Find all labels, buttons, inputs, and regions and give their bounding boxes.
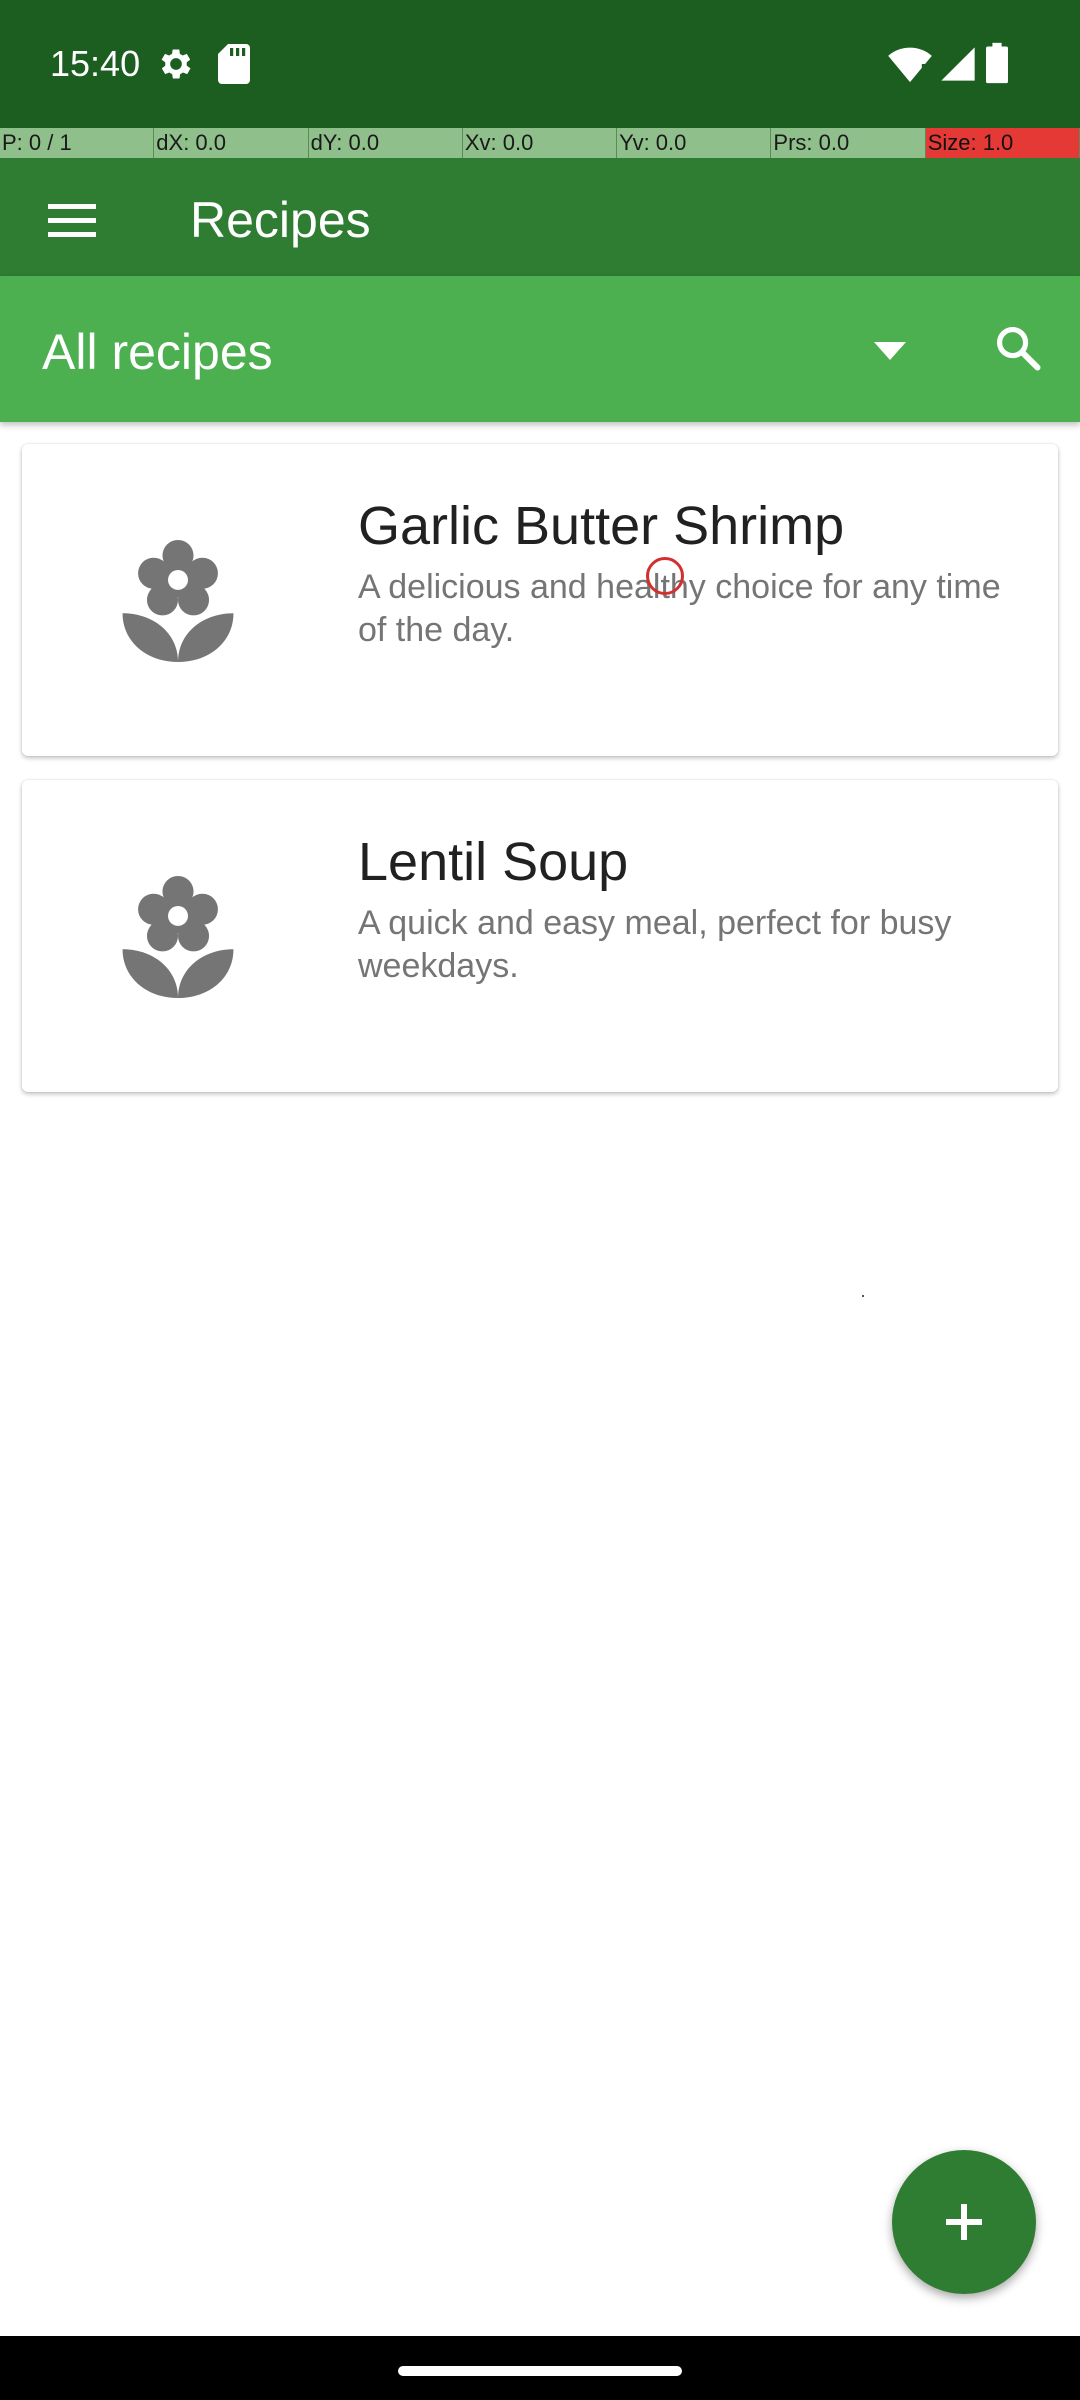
recipe-card[interactable]: Lentil Soup A quick and easy meal, perfe…	[22, 780, 1058, 1092]
debug-pointer-count: P: 0 / 1	[0, 128, 155, 158]
debug-xv: Xv: 0.0	[462, 128, 618, 158]
recipe-description: A quick and easy meal, perfect for busy …	[358, 904, 952, 985]
app-bar: Recipes	[0, 158, 1080, 276]
recipe-card[interactable]: Garlic Butter Shrimp A delicious and hea…	[22, 444, 1058, 756]
menu-button[interactable]	[28, 176, 116, 264]
recipe-description: A delicious and healthy choice for any t…	[358, 568, 1001, 649]
status-time: 15:40	[50, 43, 141, 84]
recipe-title: Lentil Soup	[358, 832, 629, 892]
touch-indicator	[646, 557, 684, 595]
flower-placeholder-icon	[122, 540, 234, 662]
category-spinner[interactable]: All recipes	[42, 322, 273, 382]
hamburger-menu-icon	[48, 204, 96, 237]
recipe-title: Garlic Butter Shrimp	[358, 496, 845, 556]
debug-size: Size: 1.0	[925, 128, 1080, 158]
recipes-screen: 15:40 P: 0 / 1 dX: 0.0 dY: 0.0 Xv: 0.0 Y…	[0, 0, 1080, 2400]
wifi-icon	[888, 47, 932, 83]
status-bar: 15:40	[0, 0, 1080, 128]
category-dropdown-button[interactable]	[850, 316, 930, 386]
sd-card-icon	[218, 44, 250, 84]
debug-pressure: Prs: 0.0	[771, 128, 926, 158]
search-icon	[996, 326, 1041, 371]
add-recipe-button[interactable]	[892, 2150, 1036, 2294]
page-title: Recipes	[190, 192, 371, 248]
signal-icon	[941, 47, 975, 81]
pointer-debug-strip: P: 0 / 1 dX: 0.0 dY: 0.0 Xv: 0.0 Yv: 0.0…	[0, 128, 1080, 158]
battery-icon	[986, 42, 1008, 84]
plus-icon	[946, 2204, 982, 2240]
category-filter-bar: All recipes	[0, 276, 1080, 422]
home-gesture-handle[interactable]	[398, 2366, 682, 2376]
flower-placeholder-icon	[122, 876, 234, 998]
gear-icon	[161, 49, 191, 79]
debug-dy: dY: 0.0	[308, 128, 463, 158]
search-button[interactable]	[976, 306, 1060, 390]
debug-yv: Yv: 0.0	[617, 128, 772, 158]
debug-dx: dX: 0.0	[154, 128, 309, 158]
arrow-drop-down-icon	[874, 342, 906, 360]
touch-trace-dot	[862, 1295, 864, 1297]
